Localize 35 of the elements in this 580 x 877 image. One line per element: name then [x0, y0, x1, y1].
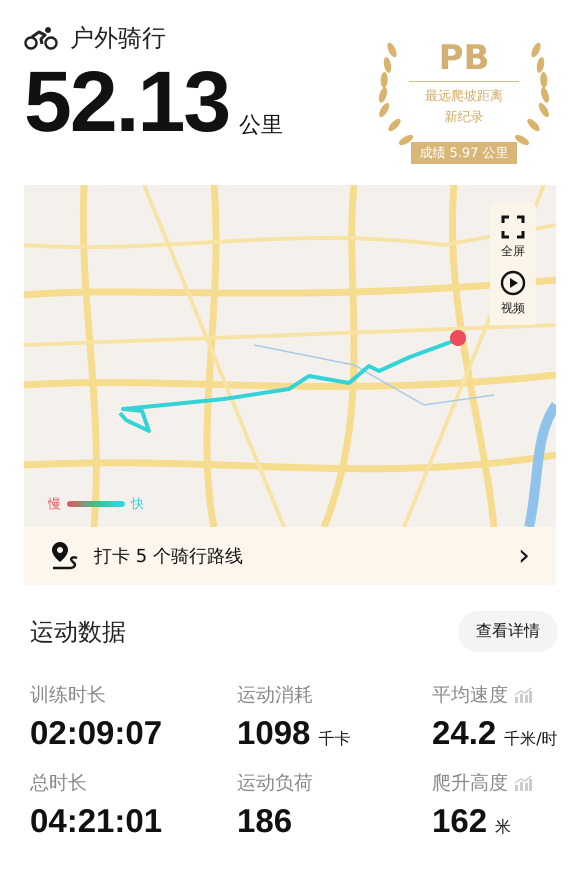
stat-value: 04:21:01 — [30, 802, 162, 840]
distance-value: 52.13 — [24, 62, 230, 142]
legend-fast-label: 快 — [131, 496, 144, 513]
stat-unit: 千卡 — [318, 729, 350, 750]
trend-chart-icon[interactable] — [514, 687, 532, 703]
stat-label: 总时长 — [30, 771, 87, 796]
stat-value: 24.2 — [432, 714, 496, 752]
stat-label: 训练时长 — [30, 683, 106, 708]
cyclist-icon — [24, 26, 58, 50]
distance-unit: 公里 — [239, 112, 284, 140]
stat-value: 02:09:07 — [30, 714, 162, 752]
play-icon — [500, 270, 526, 296]
stat-label: 爬升高度 — [432, 771, 508, 796]
route-pin-icon — [50, 541, 80, 571]
activity-title: 户外骑行 — [70, 23, 166, 54]
stat-label: 平均速度 — [432, 683, 508, 708]
stat-label: 运动负荷 — [237, 771, 313, 796]
result-badge: 成绩 5.97 公里 — [411, 142, 517, 164]
section-title: 运动数据 — [30, 616, 126, 648]
stat-value: 162 — [432, 802, 488, 840]
trend-chart-icon[interactable] — [514, 775, 532, 791]
pb-label: PB — [438, 38, 490, 78]
stat-unit: 千米/时 — [504, 729, 558, 750]
speed-gradient-bar — [67, 501, 125, 507]
record-text: 最远爬坡距离 新纪录 — [425, 88, 503, 127]
fullscreen-icon — [501, 215, 525, 239]
fullscreen-button[interactable]: 全屏 — [501, 215, 525, 260]
stat-value: 186 — [237, 802, 292, 840]
checkin-routes-row[interactable]: 打卡 5 个骑行路线 › — [24, 527, 556, 585]
legend-slow-label: 慢 — [48, 496, 61, 513]
stat-label: 运动消耗 — [237, 683, 313, 708]
stat-value: 1098 — [237, 714, 310, 752]
video-button[interactable]: 视频 — [500, 270, 526, 317]
stat-unit: 米 — [495, 817, 512, 838]
details-button[interactable]: 查看详情 — [458, 611, 558, 652]
